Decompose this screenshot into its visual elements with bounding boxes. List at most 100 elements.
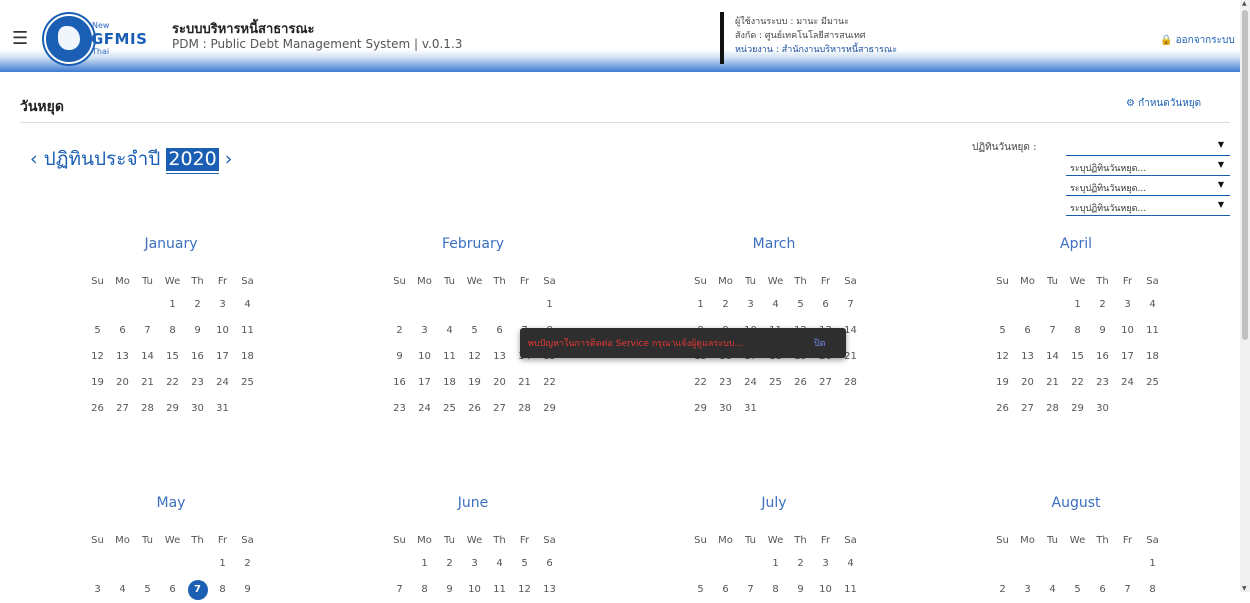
calendar-day[interactable]: 15 <box>1065 344 1090 370</box>
calendar-day[interactable]: 6 <box>537 551 562 577</box>
calendar-day[interactable]: 4 <box>763 292 788 318</box>
calendar-day[interactable]: 6 <box>1090 577 1115 603</box>
calendar-day[interactable]: 2 <box>235 551 260 577</box>
calendar-day[interactable]: 27 <box>110 396 135 422</box>
calendar-day[interactable]: 9 <box>1090 318 1115 344</box>
calendar-day[interactable]: 16 <box>185 344 210 370</box>
calendar-day[interactable]: 8 <box>160 318 185 344</box>
calendar-day[interactable]: 5 <box>688 577 713 603</box>
calendar-day[interactable]: 2 <box>387 318 412 344</box>
calendar-day[interactable]: 20 <box>1015 370 1040 396</box>
calendar-day[interactable]: 5 <box>462 318 487 344</box>
toast-close-button[interactable]: ปิด <box>814 336 826 350</box>
calendar-day[interactable]: 24 <box>738 370 763 396</box>
calendar-day[interactable]: 15 <box>160 344 185 370</box>
calendar-day[interactable]: 12 <box>462 344 487 370</box>
scroll-up-icon[interactable]: ▲ <box>1242 0 1247 7</box>
calendar-day[interactable]: 23 <box>1090 370 1115 396</box>
calendar-day[interactable]: 1 <box>210 551 235 577</box>
calendar-day[interactable]: 29 <box>1065 396 1090 422</box>
scroll-down-icon[interactable]: ▼ <box>1242 585 1247 592</box>
calendar-day[interactable]: 9 <box>437 577 462 603</box>
calendar-day[interactable]: 22 <box>688 370 713 396</box>
calendar-day[interactable]: 2 <box>185 292 210 318</box>
holiday-calendar-select-4[interactable]: ระบุปฏิทินวันหยุด... ▼ <box>1066 197 1230 216</box>
calendar-day[interactable]: 30 <box>1090 396 1115 422</box>
logout-button[interactable]: 🔒 ออกจากระบบ <box>1160 33 1235 48</box>
calendar-day[interactable]: 24 <box>412 396 437 422</box>
calendar-day[interactable]: 11 <box>487 577 512 603</box>
calendar-day[interactable]: 5 <box>990 318 1015 344</box>
year-input[interactable]: 2020 <box>166 148 219 171</box>
calendar-day[interactable]: 13 <box>487 344 512 370</box>
calendar-day[interactable]: 2 <box>713 292 738 318</box>
calendar-day[interactable]: 9 <box>387 344 412 370</box>
calendar-day[interactable]: 2 <box>437 551 462 577</box>
calendar-day[interactable]: 22 <box>160 370 185 396</box>
calendar-day[interactable]: 11 <box>1140 318 1165 344</box>
calendar-day[interactable]: 3 <box>85 577 110 603</box>
calendar-day[interactable]: 1 <box>763 551 788 577</box>
calendar-day[interactable]: 12 <box>512 577 537 603</box>
calendar-day[interactable]: 4 <box>235 292 260 318</box>
calendar-day[interactable]: 17 <box>1115 344 1140 370</box>
calendar-day[interactable]: 1 <box>1065 292 1090 318</box>
calendar-day[interactable]: 13 <box>1015 344 1040 370</box>
calendar-day[interactable]: 31 <box>738 396 763 422</box>
calendar-day[interactable]: 7 <box>1040 318 1065 344</box>
calendar-day[interactable]: 24 <box>1115 370 1140 396</box>
calendar-day[interactable]: 19 <box>990 370 1015 396</box>
calendar-day[interactable]: 7 <box>387 577 412 603</box>
calendar-day[interactable]: 10 <box>1115 318 1140 344</box>
calendar-day[interactable]: 4 <box>487 551 512 577</box>
calendar-day[interactable]: 18 <box>437 370 462 396</box>
calendar-day[interactable]: 17 <box>210 344 235 370</box>
calendar-day[interactable]: 5 <box>135 577 160 603</box>
calendar-day[interactable]: 25 <box>1140 370 1165 396</box>
calendar-day[interactable]: 13 <box>110 344 135 370</box>
calendar-day[interactable]: 1 <box>537 292 562 318</box>
calendar-day[interactable]: 1 <box>688 292 713 318</box>
calendar-day[interactable]: 17 <box>412 370 437 396</box>
calendar-day[interactable]: 6 <box>110 318 135 344</box>
calendar-day[interactable]: 6 <box>813 292 838 318</box>
calendar-day[interactable]: 16 <box>387 370 412 396</box>
calendar-day[interactable]: 30 <box>185 396 210 422</box>
calendar-day[interactable]: 4 <box>1140 292 1165 318</box>
calendar-day[interactable]: 23 <box>387 396 412 422</box>
calendar-day[interactable]: 28 <box>512 396 537 422</box>
calendar-day[interactable]: 7 <box>135 318 160 344</box>
calendar-day[interactable]: 3 <box>412 318 437 344</box>
calendar-day[interactable]: 26 <box>85 396 110 422</box>
chevron-right-icon[interactable]: › <box>225 148 233 170</box>
page-scrollbar[interactable]: ▲ ▼ <box>1240 0 1250 592</box>
calendar-day[interactable]: 7 <box>838 292 863 318</box>
calendar-day[interactable]: 2 <box>990 577 1015 603</box>
calendar-day[interactable]: 26 <box>788 370 813 396</box>
calendar-day[interactable]: 3 <box>462 551 487 577</box>
calendar-day[interactable]: 5 <box>85 318 110 344</box>
calendar-day[interactable]: 21 <box>512 370 537 396</box>
calendar-day[interactable]: 29 <box>537 396 562 422</box>
calendar-day[interactable]: 26 <box>462 396 487 422</box>
holiday-calendar-select-3[interactable]: ระบุปฏิทินวันหยุด... ▼ <box>1066 177 1230 196</box>
calendar-day[interactable]: 23 <box>713 370 738 396</box>
calendar-day[interactable]: 3 <box>1115 292 1140 318</box>
calendar-day[interactable]: 2 <box>1090 292 1115 318</box>
calendar-day[interactable]: 11 <box>437 344 462 370</box>
chevron-left-icon[interactable]: ‹ <box>30 148 38 170</box>
calendar-day[interactable]: 1 <box>1140 551 1165 577</box>
calendar-day[interactable]: 10 <box>462 577 487 603</box>
calendar-day[interactable]: 27 <box>1015 396 1040 422</box>
calendar-day[interactable]: 3 <box>1015 577 1040 603</box>
holiday-calendar-select-2[interactable]: ระบุปฏิทินวันหยุด... ▼ <box>1066 157 1230 176</box>
calendar-day[interactable]: 8 <box>412 577 437 603</box>
calendar-day[interactable]: 22 <box>537 370 562 396</box>
calendar-day[interactable]: 19 <box>85 370 110 396</box>
calendar-day[interactable]: 9 <box>235 577 260 603</box>
calendar-day[interactable]: 25 <box>235 370 260 396</box>
calendar-day[interactable]: 12 <box>85 344 110 370</box>
calendar-day[interactable]: 8 <box>1065 318 1090 344</box>
calendar-day[interactable]: 27 <box>487 396 512 422</box>
calendar-day[interactable]: 21 <box>1040 370 1065 396</box>
